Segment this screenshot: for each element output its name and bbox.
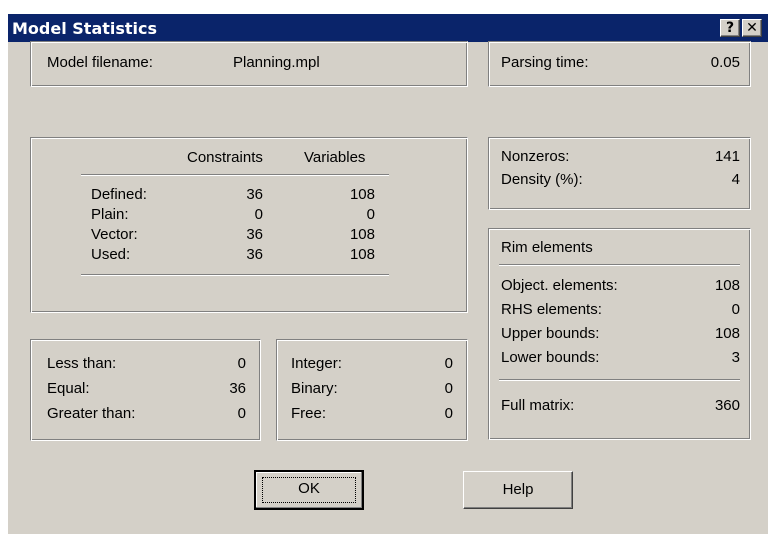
help-button-label: Help	[502, 481, 534, 498]
used-variables: 108	[349, 246, 375, 263]
nonzeros-label: Nonzeros:	[501, 148, 570, 165]
counts-group: Constraints Variables Defined: 36 108 Pl…	[30, 137, 468, 313]
help-title-button[interactable]: ?	[720, 19, 740, 37]
rhs-elements-value: 0	[731, 301, 740, 318]
binary-value: 0	[444, 380, 453, 397]
rim-full-separator	[499, 379, 740, 381]
rim-elements-group: Rim elements Object. elements: 108 RHS e…	[488, 228, 751, 440]
plain-variables: 0	[366, 206, 375, 223]
vector-variables: 108	[349, 226, 375, 243]
question-icon: ?	[725, 20, 735, 36]
used-label: Used:	[91, 246, 131, 263]
footer-separator	[81, 274, 389, 276]
model-filename-group: Model filename: Planning.mpl	[30, 41, 468, 87]
object-elements-label: Object. elements:	[501, 277, 618, 294]
lower-bounds-value: 3	[731, 349, 740, 366]
object-elements-value: 108	[714, 277, 740, 294]
model-filename-value: Planning.mpl	[233, 54, 320, 71]
less-than-label: Less than:	[47, 355, 117, 372]
free-value: 0	[444, 405, 453, 422]
nonzeros-group: Nonzeros: 141 Density (%): 4	[488, 137, 751, 210]
model-filename-label: Model filename:	[47, 54, 153, 71]
rim-title-separator	[499, 264, 740, 266]
defined-label: Defined:	[91, 186, 147, 203]
title-bar[interactable]: Model Statistics ? ✕	[8, 14, 768, 42]
help-button[interactable]: Help	[463, 471, 573, 509]
plain-label: Plain:	[91, 206, 129, 223]
full-matrix-value: 360	[714, 397, 740, 414]
vector-constraints: 36	[246, 226, 263, 243]
equal-label: Equal:	[47, 380, 90, 397]
free-label: Free:	[291, 405, 327, 422]
rhs-elements-label: RHS elements:	[501, 301, 602, 318]
density-label: Density (%):	[501, 171, 583, 188]
density-value: 4	[731, 171, 740, 188]
parsing-time-group: Parsing time: 0.05	[488, 41, 751, 87]
window-title: Model Statistics	[12, 19, 158, 38]
integer-label: Integer:	[291, 355, 342, 372]
lower-bounds-label: Lower bounds:	[501, 349, 600, 366]
defined-constraints: 36	[246, 186, 263, 203]
greater-than-value: 0	[237, 405, 246, 422]
integer-value: 0	[444, 355, 453, 372]
constraints-header: Constraints	[187, 149, 263, 166]
model-statistics-dialog: Model Statistics ? ✕ Model filename: Pla…	[6, 12, 768, 534]
upper-bounds-label: Upper bounds:	[501, 325, 600, 342]
header-separator	[81, 174, 389, 176]
used-constraints: 36	[246, 246, 263, 263]
parsing-time-value: 0.05	[710, 54, 740, 71]
close-icon: ✕	[746, 20, 758, 36]
less-than-value: 0	[237, 355, 246, 372]
defined-variables: 108	[349, 186, 375, 203]
binary-label: Binary:	[291, 380, 338, 397]
equal-value: 36	[229, 380, 246, 397]
vector-label: Vector:	[91, 226, 138, 243]
variables-header: Variables	[304, 149, 366, 166]
close-button[interactable]: ✕	[742, 19, 762, 37]
plain-constraints: 0	[254, 206, 263, 223]
full-matrix-label: Full matrix:	[501, 397, 575, 414]
variable-types-group: Integer: 0 Binary: 0 Free: 0	[276, 339, 468, 441]
parsing-time-label: Parsing time:	[501, 54, 589, 71]
upper-bounds-value: 108	[714, 325, 740, 342]
nonzeros-value: 141	[714, 148, 740, 165]
ok-button[interactable]: OK	[254, 470, 364, 510]
ok-focus-rect	[262, 477, 356, 503]
constraint-types-group: Less than: 0 Equal: 36 Greater than: 0	[30, 339, 261, 441]
greater-than-label: Greater than:	[47, 405, 136, 422]
rim-elements-title: Rim elements	[501, 239, 593, 256]
